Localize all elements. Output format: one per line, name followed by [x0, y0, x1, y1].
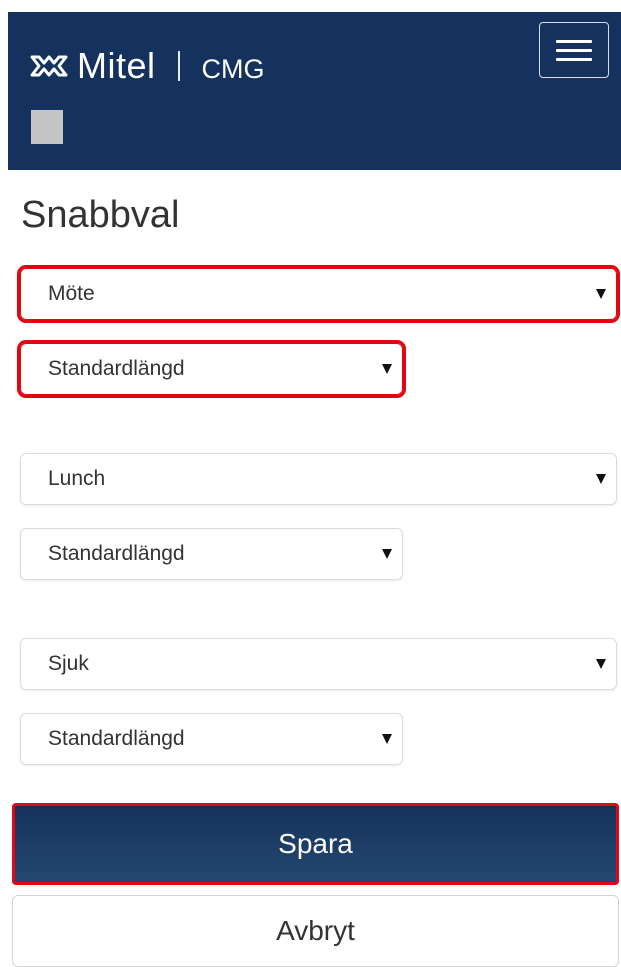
hamburger-menu-button[interactable]: [539, 22, 609, 78]
preset-1-status-value: Möte: [48, 282, 95, 305]
avatar: [31, 110, 63, 144]
app-header: Mitel CMG: [8, 12, 621, 170]
page-title: Snabbval: [21, 194, 180, 236]
preset-1-duration-value: Standardlängd: [48, 357, 185, 380]
brand-logo: Mitel CMG: [29, 45, 265, 86]
app-frame: Mitel CMG Snabbval Möte Standardlängd Lu…: [0, 0, 621, 967]
preset-2-status-select[interactable]: Lunch: [20, 453, 617, 505]
preset-3-duration-value: Standardlängd: [48, 727, 185, 750]
dropdown-arrow-icon: [382, 549, 392, 559]
dropdown-arrow-icon: [596, 474, 606, 484]
preset-2-duration-value: Standardlängd: [48, 542, 185, 565]
hamburger-menu-icon: [556, 39, 592, 43]
preset-1-duration-select[interactable]: Standardlängd: [17, 340, 406, 398]
brand-name: Mitel: [77, 45, 156, 86]
dropdown-arrow-icon: [596, 289, 606, 299]
preset-2-status-value: Lunch: [48, 467, 106, 490]
preset-3-status-select[interactable]: Sjuk: [20, 638, 617, 690]
app-name: CMG: [201, 53, 265, 84]
dropdown-arrow-icon: [382, 734, 392, 744]
preset-1-status-select[interactable]: Möte: [17, 265, 620, 323]
mitel-logo-icon: [30, 55, 68, 77]
preset-3-status-value: Sjuk: [48, 652, 89, 675]
dropdown-arrow-icon: [382, 364, 392, 374]
preset-2-duration-select[interactable]: Standardlängd: [20, 528, 403, 580]
cancel-button[interactable]: Avbryt: [12, 895, 619, 967]
dropdown-arrow-icon: [596, 659, 606, 669]
save-button[interactable]: Spara: [12, 803, 619, 885]
brand-separator: [177, 51, 180, 81]
preset-3-duration-select[interactable]: Standardlängd: [20, 713, 403, 765]
